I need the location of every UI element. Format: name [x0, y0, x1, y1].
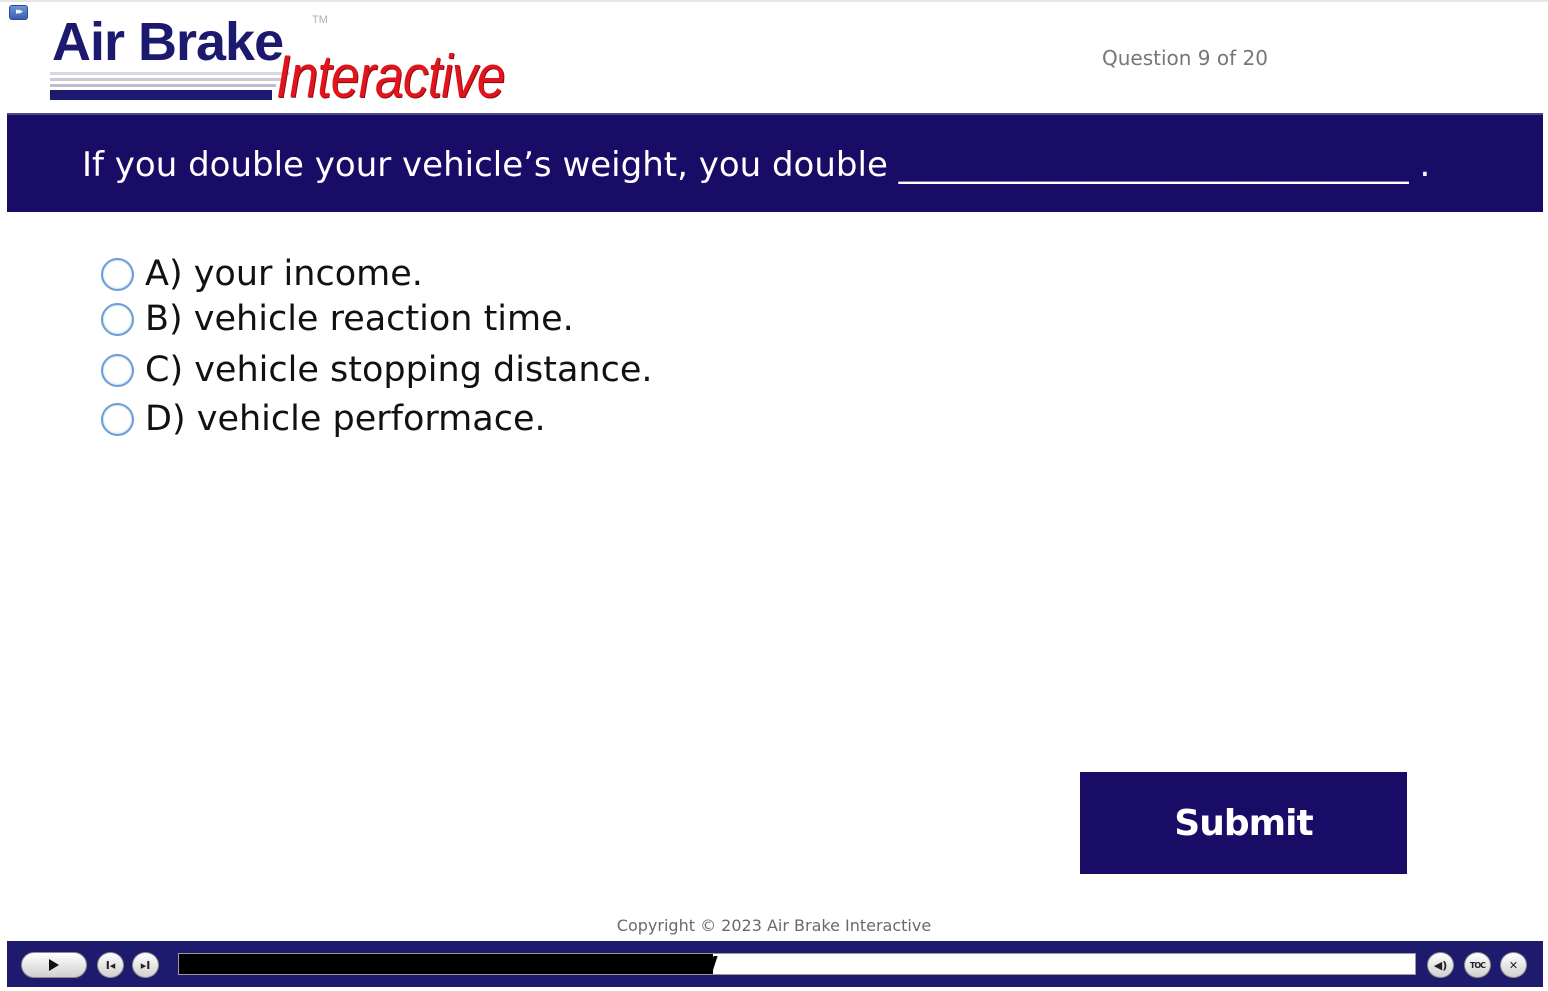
fast-forward-icon[interactable]: ▸▸: [9, 5, 28, 20]
player-control-bar: I◂ ▸I ◀) TOC ✕: [7, 941, 1543, 987]
option-a[interactable]: A) your income.: [101, 252, 423, 296]
radio-button-c[interactable]: [101, 353, 134, 387]
option-label[interactable]: B) vehicle reaction time.: [145, 299, 574, 339]
question-banner: If you double your vehicle’s weight, you…: [7, 113, 1543, 212]
speaker-icon: ◀): [1433, 958, 1448, 972]
close-button[interactable]: ✕: [1500, 952, 1527, 978]
logo-air-brake: Air Brake: [52, 12, 284, 72]
top-border: [0, 0, 1548, 2]
option-label[interactable]: C) vehicle stopping distance.: [145, 350, 652, 390]
logo-stripe: [50, 78, 282, 81]
progress-bar[interactable]: [178, 953, 1416, 975]
next-button[interactable]: ▸I: [132, 952, 159, 978]
copyright-text: Copyright © 2023 Air Brake Interactive: [616, 916, 932, 935]
toc-button[interactable]: TOC: [1464, 952, 1491, 978]
option-c[interactable]: C) vehicle stopping distance.: [101, 348, 652, 392]
submit-button[interactable]: Submit: [1080, 772, 1407, 874]
option-d[interactable]: D) vehicle performace.: [101, 397, 546, 441]
radio-button-d[interactable]: [101, 402, 134, 436]
option-label[interactable]: A) your income.: [145, 254, 423, 294]
skip-forward-icon: ▸I: [140, 958, 151, 972]
radio-button-a[interactable]: [101, 257, 134, 291]
radio-button-b[interactable]: [101, 302, 134, 336]
question-text: If you double your vehicle’s weight, you…: [82, 145, 1431, 185]
skip-back-icon: I◂: [105, 958, 116, 972]
close-icon: ✕: [1508, 958, 1519, 972]
logo-interactive: Interactive: [276, 43, 505, 110]
option-label[interactable]: D) vehicle performace.: [145, 399, 546, 439]
option-b[interactable]: B) vehicle reaction time.: [101, 297, 574, 341]
logo: Air Brake TM Interactive: [50, 12, 520, 108]
logo-stripe: [50, 72, 290, 75]
play-button[interactable]: [21, 952, 87, 978]
play-icon: [49, 959, 59, 971]
toc-label: TOC: [1469, 960, 1486, 970]
logo-stripe: [50, 84, 276, 87]
logo-trademark: TM: [312, 14, 328, 26]
previous-button[interactable]: I◂: [97, 952, 124, 978]
progress-fill: [179, 954, 713, 974]
audio-button[interactable]: ◀): [1427, 952, 1454, 978]
logo-bar: [50, 90, 272, 100]
question-counter: Question 9 of 20: [1102, 46, 1268, 70]
